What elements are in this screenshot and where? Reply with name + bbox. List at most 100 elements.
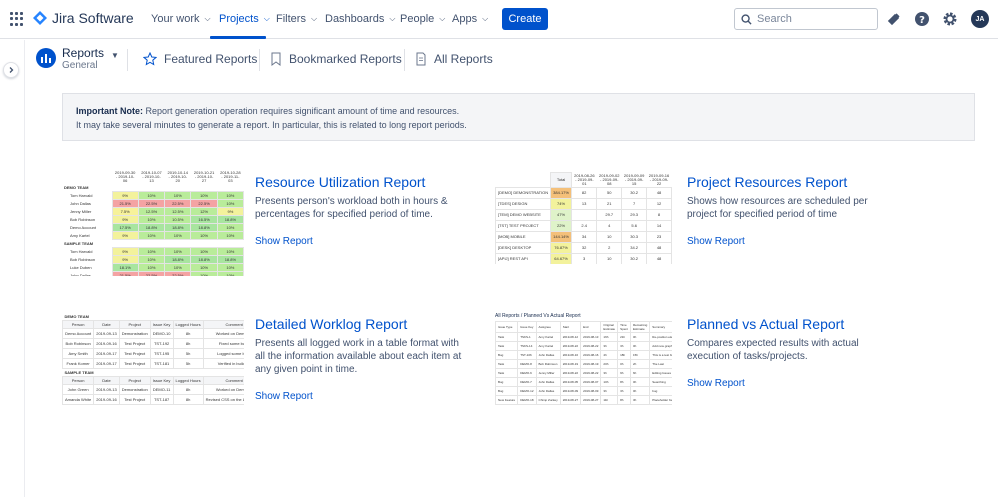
resource-utilization-thumbnail[interactable]: 2019-09-30 - 2019-10-06 2019-10-07 - 2019… <box>62 170 244 276</box>
chevron-down-icon: ⌵ <box>310 14 318 23</box>
bookmark-icon <box>271 52 281 66</box>
table-cell: Logged some bugs <box>202 348 244 359</box>
table-cell: Task <box>495 341 519 351</box>
show-report-link-planned-vs-actual[interactable]: Show Report <box>687 378 745 389</box>
report-title-planned-vs-actual[interactable]: Planned vs Actual Report <box>687 316 844 332</box>
table-cell: 0h <box>617 359 631 369</box>
nav-dashboards[interactable]: Dashboards ⌵ <box>325 13 395 25</box>
nav-people[interactable]: People ⌵ <box>400 13 445 25</box>
table-cell: 10% <box>216 271 244 276</box>
table-cell: 0h <box>629 341 651 351</box>
table-cell: DEMO-18 <box>517 395 537 405</box>
table-cell: 21.5% <box>111 199 139 208</box>
table-cell: 34.2 <box>621 241 648 254</box>
show-report-link-resource-utilization[interactable]: Show Report <box>255 236 313 247</box>
table-cell: 18.8% <box>190 255 218 264</box>
table-cell: 8h <box>172 384 204 395</box>
search-input[interactable] <box>757 13 867 25</box>
jira-logo[interactable]: Jira Software <box>33 10 134 26</box>
project-name: [TST] TEST PROJECT <box>495 219 552 232</box>
create-button[interactable]: Create <box>502 8 548 30</box>
table-cell: 2019-09-13 <box>93 384 120 395</box>
notifications-icon[interactable] <box>885 10 903 28</box>
table-cell: 21h <box>617 332 631 342</box>
table-row: Demo Account 17.5% 18.8% 18.8% 18.8% 10% <box>62 223 244 232</box>
table-row: Task DEMO-6 Jenny Miller 2019-08-22 2019-08-… <box>495 368 672 378</box>
table-cell: 10% <box>216 191 244 200</box>
table-cell: 4h <box>600 350 619 360</box>
subnav-featured-reports[interactable]: Featured Reports <box>143 52 257 66</box>
table-cell: 10% <box>164 263 192 272</box>
nav-filters[interactable]: Filters ⌵ <box>276 13 317 25</box>
subnav-divider <box>259 49 260 71</box>
project-name: [DEMO] DEMONSTRATION <box>495 186 552 199</box>
table-cell: Worked on Demo-10 <box>202 328 244 339</box>
table-cell: Searching <box>649 377 672 387</box>
nav-projects[interactable]: Projects ⌵ <box>219 13 270 25</box>
table-cell: Amy Kartel <box>535 332 561 342</box>
show-report-link-detailed-worklog[interactable]: Show Report <box>255 391 313 402</box>
show-report-link-project-resources[interactable]: Show Report <box>687 236 745 247</box>
settings-gear-icon[interactable] <box>941 10 959 28</box>
table-cell: Revised CSS on the Login page <box>202 394 244 405</box>
column-header: Logged Hours <box>172 320 204 329</box>
active-nav-indicator <box>210 36 266 39</box>
report-description: Shows how resources are scheduled per pr… <box>687 196 868 220</box>
expand-sidebar-button[interactable] <box>3 62 19 78</box>
project-name[interactable]: Reports <box>62 46 104 60</box>
table-row: [DESK] DESKTOP 76.87% 32 2 34.2 48 <box>495 241 672 254</box>
note-text: Report generation operation requires sig… <box>143 106 460 116</box>
table-cell: 18.8% <box>190 223 218 232</box>
table-row: Amy Kartel 9% 10% 10% 10% 10% <box>62 231 244 240</box>
table-cell: 10 <box>596 252 623 264</box>
table-cell: 16h <box>600 332 619 342</box>
table-cell: 9h <box>617 368 631 378</box>
column-header: End <box>580 321 602 333</box>
column-header: Total <box>550 172 572 188</box>
help-icon[interactable]: ? <box>913 10 931 28</box>
search-box[interactable] <box>734 8 878 30</box>
project-dropdown-chevron-icon[interactable]: ▼ <box>111 51 119 60</box>
table-cell: 17.5% <box>111 223 139 232</box>
project-subnav: Reports General ▼ Featured Reports Bookm… <box>25 41 998 79</box>
planned-vs-actual-thumbnail[interactable]: All Reports / Planned Vs Actual Report Is… <box>495 313 672 419</box>
report-title-project-resources[interactable]: Project Resources Report <box>687 174 847 190</box>
report-title-resource-utilization[interactable]: Resource Utilization Report <box>255 174 425 190</box>
table-cell: 10% <box>137 263 166 272</box>
nav-apps[interactable]: Apps ⌵ <box>452 13 488 25</box>
table-row: Bug DEMO-12 John Dallas 2019-08-09 2019-08-0… <box>495 386 672 396</box>
table-cell: Demonstration <box>118 328 151 339</box>
table-row: Tom Harvald 9% 10% 10% 10% 10% <box>62 191 244 200</box>
table-row: [APIJ] REST API 64.67% 3 10 30.2 48 <box>495 252 672 264</box>
table-row: John Green 2019-09-13 Demonstration DEMO-11… <box>62 384 244 395</box>
note-line-1: Important Note: Report generation operat… <box>76 104 961 118</box>
table-cell: 82 <box>570 186 598 199</box>
report-title-detailed-worklog[interactable]: Detailed Worklog Report <box>255 316 407 332</box>
subnav-label: All Reports <box>434 52 493 66</box>
table-cell: 2019-08-22 <box>559 341 582 351</box>
detailed-worklog-thumbnail[interactable]: DEMO TEAM Person Date Project Issue Key Logge… <box>62 313 244 419</box>
nav-your-work[interactable]: Your work ⌵ <box>151 13 211 25</box>
column-header: 2019-09-09 - 2019-09-15 <box>623 172 645 186</box>
table-row: Bob Robinson 9% 10% 18.8% 18.8% 18.8% <box>62 255 244 264</box>
project-resources-thumbnail[interactable]: Total 2019-08-26 - 2019-09-01 2019-09-02 -… <box>495 172 672 264</box>
table-cell: bug <box>649 386 672 396</box>
column-header: Date <box>93 376 120 385</box>
column-header: Time Spent <box>617 321 631 333</box>
table-cell: TST-181 <box>149 358 174 369</box>
subnav-bookmarked-reports[interactable]: Bookmarked Reports <box>270 52 402 66</box>
table-cell: 9% <box>111 231 139 240</box>
user-avatar[interactable]: JA <box>971 10 989 28</box>
subnav-all-reports[interactable]: All Reports <box>415 52 493 66</box>
project-reports-icon[interactable] <box>36 48 56 68</box>
column-header: Issue Type <box>495 321 519 333</box>
person-name: Tom Harvald <box>70 249 93 254</box>
table-cell: 2019-08-12 <box>559 332 582 342</box>
table-cell: John Dallas <box>535 386 561 396</box>
table-cell: 30.2 <box>621 252 648 264</box>
table-cell: 30.2 <box>621 186 648 199</box>
column-header: Start <box>559 321 582 333</box>
table-cell: TST-187 <box>149 394 174 405</box>
app-switcher-icon[interactable] <box>10 12 24 26</box>
subnav-divider <box>404 49 405 71</box>
